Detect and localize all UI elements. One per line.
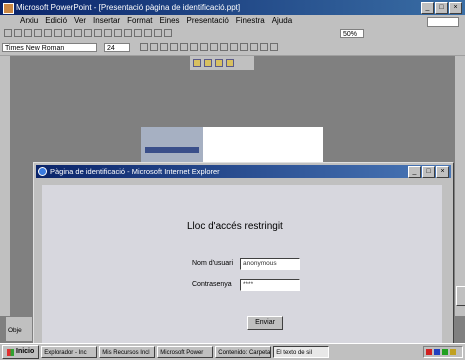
undo-icon[interactable] xyxy=(94,29,102,37)
hyperlink-icon[interactable] xyxy=(114,29,122,37)
dialog-window-controls: _ □ × xyxy=(408,166,449,178)
tray-icon[interactable] xyxy=(442,349,448,355)
password-field[interactable]: **** xyxy=(240,279,300,291)
tray-icon[interactable] xyxy=(426,349,432,355)
dialog-maximize-button[interactable]: □ xyxy=(422,166,435,178)
start-button[interactable]: Inicio xyxy=(2,345,40,359)
save-icon[interactable] xyxy=(24,29,32,37)
dialog-title: Pàgina de identificació - Microsoft Inte… xyxy=(50,167,220,176)
copy-icon[interactable] xyxy=(64,29,72,37)
menu-item-help[interactable]: Ajuda xyxy=(272,15,292,27)
numbering-icon[interactable] xyxy=(210,43,218,51)
system-tray xyxy=(423,346,463,358)
taskbar-item[interactable]: Explorador - Inc xyxy=(41,346,98,358)
vertical-scrollbar[interactable] xyxy=(455,56,465,316)
format-painter-icon[interactable] xyxy=(84,29,92,37)
taskbar: Inicio Explorador - Inc Mis Recursos Inc… xyxy=(0,343,465,360)
italic-icon[interactable] xyxy=(150,43,158,51)
app-title-bar: Microsoft PowerPoint - [Presentació pàgi… xyxy=(0,0,465,15)
taskbar-item[interactable]: Contenido: Carpeta xyxy=(215,346,272,358)
align-left-icon[interactable] xyxy=(180,43,188,51)
slide-canvas[interactable] xyxy=(141,127,323,167)
username-field[interactable]: anonymous xyxy=(240,258,300,270)
slide-screenshot-image xyxy=(141,127,203,167)
taskbar-item[interactable]: Mis Recursos Incl xyxy=(99,346,156,358)
scroll-thumb[interactable] xyxy=(456,286,465,306)
underline-icon[interactable] xyxy=(160,43,168,51)
align-center-icon[interactable] xyxy=(190,43,198,51)
new-icon[interactable] xyxy=(4,29,12,37)
standard-toolbar: 50% xyxy=(0,27,465,42)
menu-item-file[interactable]: Arxiu xyxy=(20,15,38,27)
password-label: Contrasenya xyxy=(192,281,232,288)
slide-sorter-icon[interactable] xyxy=(226,59,234,67)
maximize-button[interactable]: □ xyxy=(435,2,448,14)
minimize-button[interactable]: _ xyxy=(421,2,434,14)
close-button[interactable]: × xyxy=(449,2,462,14)
taskbar-item[interactable]: Microsoft Power xyxy=(157,346,214,358)
increase-font-icon[interactable] xyxy=(230,43,238,51)
paste-icon[interactable] xyxy=(74,29,82,37)
font-size-select[interactable]: 24 xyxy=(104,43,130,52)
username-label: Nom d'usuari xyxy=(192,260,234,267)
app-title: Microsoft PowerPoint - [Presentació pàgi… xyxy=(16,3,241,12)
grayscale-icon[interactable] xyxy=(164,29,172,37)
login-heading: Lloc d'accés restringit xyxy=(187,221,283,232)
login-dialog-window: Pàgina de identificació - Microsoft Inte… xyxy=(33,162,454,348)
slide-view-icon[interactable] xyxy=(215,59,223,67)
left-panel-strip xyxy=(0,56,10,316)
powerpoint-icon xyxy=(3,3,14,14)
bullets-icon[interactable] xyxy=(220,43,228,51)
tray-icon[interactable] xyxy=(450,349,456,355)
menu-item-format[interactable]: Format xyxy=(127,15,152,27)
redo-icon[interactable] xyxy=(104,29,112,37)
taskbar-item-active[interactable]: El texto de sil xyxy=(273,346,330,358)
insert-chart-icon[interactable] xyxy=(144,29,152,37)
font-select[interactable]: Times New Roman xyxy=(2,43,97,52)
new-slide-icon[interactable] xyxy=(154,29,162,37)
spellcheck-icon[interactable] xyxy=(44,29,52,37)
print-icon[interactable] xyxy=(34,29,42,37)
animation-icon[interactable] xyxy=(270,43,278,51)
promote-icon[interactable] xyxy=(250,43,258,51)
insert-table-icon[interactable] xyxy=(134,29,142,37)
menu-item-window[interactable]: Finestra xyxy=(236,15,265,27)
shadow-icon[interactable] xyxy=(170,43,178,51)
tables-icon[interactable] xyxy=(124,29,132,37)
dialog-minimize-button[interactable]: _ xyxy=(408,166,421,178)
menu-item-view[interactable]: Ver xyxy=(74,15,86,27)
start-label: Inicio xyxy=(16,348,35,355)
align-right-icon[interactable] xyxy=(200,43,208,51)
submit-button[interactable]: Enviar xyxy=(247,316,283,330)
internet-explorer-icon xyxy=(38,167,47,176)
zoom-select[interactable]: 50% xyxy=(340,29,364,38)
help-search-box[interactable] xyxy=(427,17,459,27)
objects-tab[interactable]: Obje xyxy=(8,327,22,334)
bold-icon[interactable] xyxy=(140,43,148,51)
view-toolbar xyxy=(190,56,254,70)
menu-item-tools[interactable]: Eines xyxy=(160,15,180,27)
demote-icon[interactable] xyxy=(260,43,268,51)
open-icon[interactable] xyxy=(14,29,22,37)
dialog-title-bar: Pàgina de identificació - Microsoft Inte… xyxy=(36,165,451,178)
window-controls: _ □ × xyxy=(421,2,462,14)
menu-bar: Arxiu Edició Ver Insertar Format Eines P… xyxy=(0,15,465,27)
tray-icon[interactable] xyxy=(434,349,440,355)
cut-icon[interactable] xyxy=(54,29,62,37)
login-form: Lloc d'accés restringit Nom d'usuari ano… xyxy=(42,185,442,343)
normal-view-icon[interactable] xyxy=(193,59,201,67)
formatting-toolbar: Times New Roman 24 xyxy=(0,41,465,56)
outline-side-panel: Obje xyxy=(5,316,33,342)
menu-item-insert[interactable]: Insertar xyxy=(93,15,120,27)
decrease-font-icon[interactable] xyxy=(240,43,248,51)
menu-item-slideshow[interactable]: Presentació xyxy=(187,15,229,27)
menu-item-edit[interactable]: Edició xyxy=(45,15,67,27)
outline-view-icon[interactable] xyxy=(204,59,212,67)
dialog-close-button[interactable]: × xyxy=(436,166,449,178)
windows-logo-icon xyxy=(7,348,14,356)
